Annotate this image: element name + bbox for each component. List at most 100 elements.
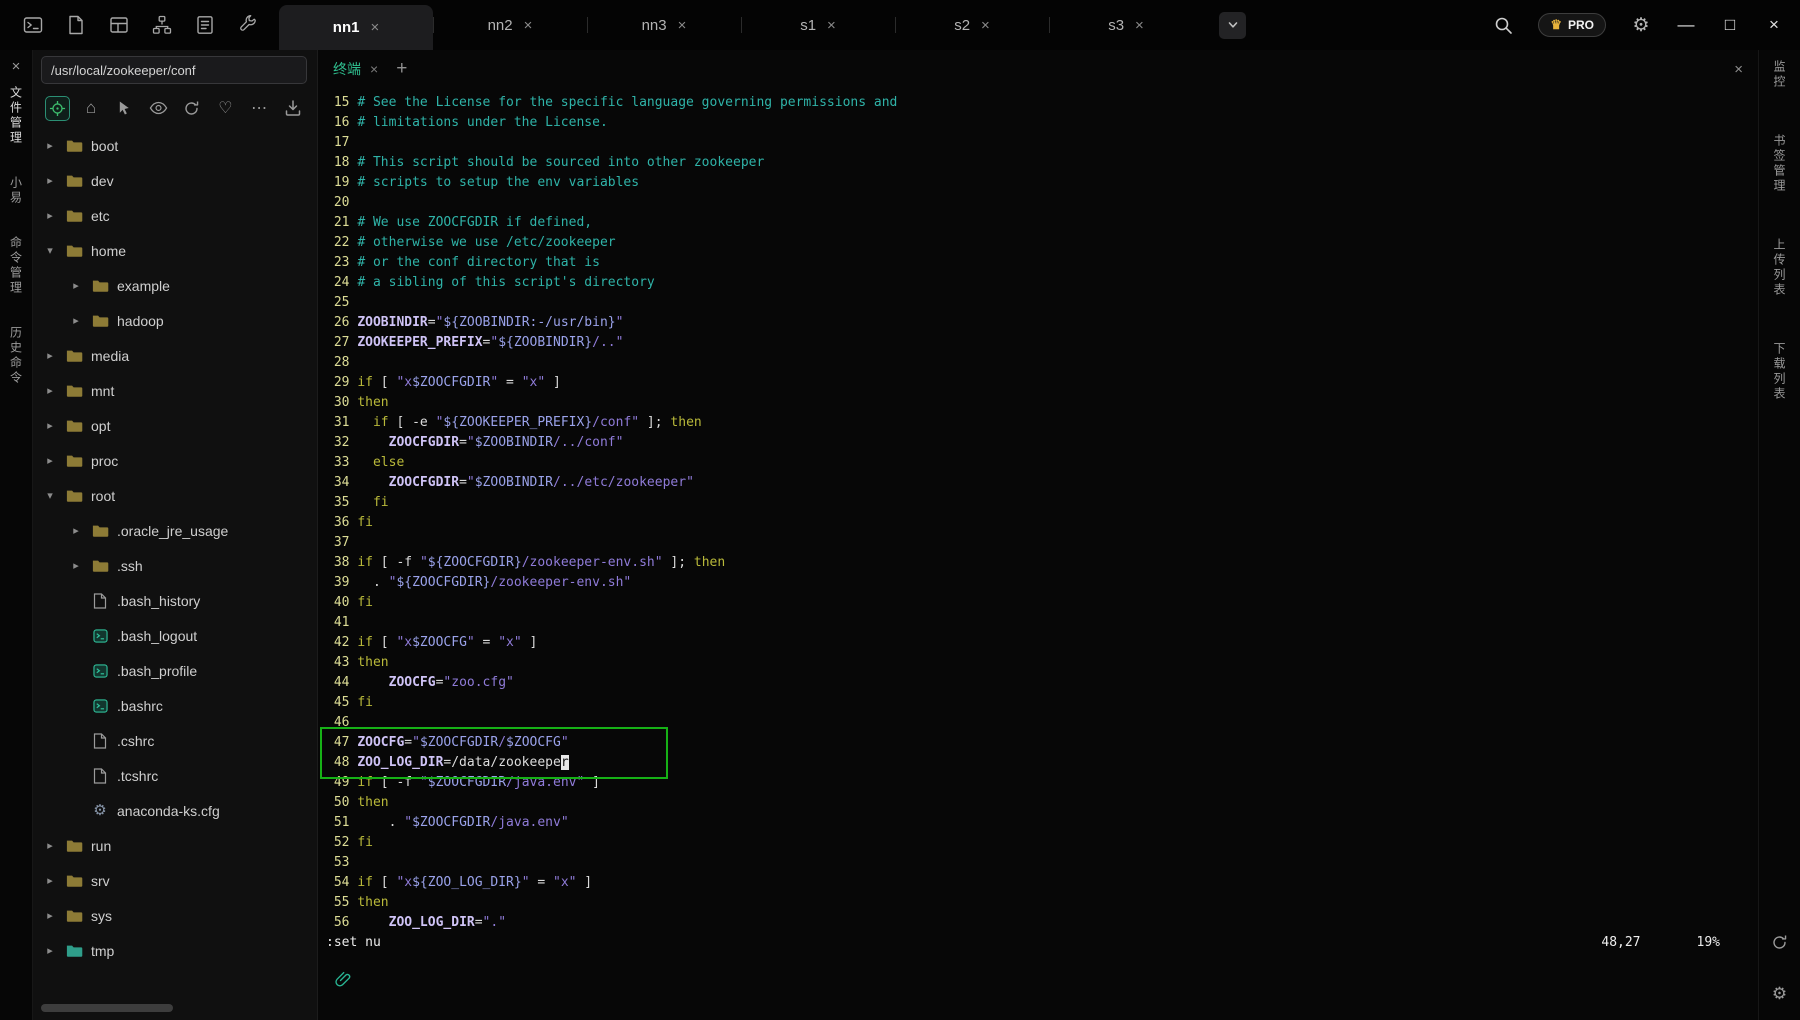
tree-item-.bashrc[interactable]: .bashrc [33, 688, 317, 723]
tab-close-icon[interactable]: × [524, 17, 533, 34]
right-rail-item-bookmark-manager[interactable]: 书签管理 [1771, 134, 1788, 194]
chevron-right-icon[interactable]: ▸ [43, 384, 57, 397]
new-terminal-icon[interactable]: + [396, 58, 407, 80]
tab-close-icon[interactable]: × [370, 19, 379, 36]
chevron-down-icon[interactable]: ▾ [43, 244, 57, 257]
tree-item-boot[interactable]: ▸boot [33, 128, 317, 163]
left-rail-items: 文件管理小易命令管理历史命令 [8, 86, 25, 416]
tree-item-media[interactable]: ▸media [33, 338, 317, 373]
session-tab-s1[interactable]: s1× [741, 0, 895, 50]
locate-icon[interactable] [45, 96, 70, 121]
pro-badge[interactable]: ♛PRO [1538, 13, 1606, 37]
tab-close-icon[interactable]: × [981, 17, 990, 34]
tree-item-.oracle_jre_usage[interactable]: ▸.oracle_jre_usage [33, 513, 317, 548]
horizontal-scrollbar[interactable] [41, 1004, 309, 1012]
path-input[interactable]: /usr/local/zookeeper/conf [41, 56, 307, 84]
right-rail-item-upload-list[interactable]: 上传列表 [1771, 238, 1788, 298]
chevron-right-icon[interactable]: ▸ [69, 314, 83, 327]
terminal-tab[interactable]: 终端 × [333, 59, 378, 79]
terminal-window-icon[interactable] [22, 14, 44, 36]
file-list-icon[interactable] [194, 14, 216, 36]
new-file-icon[interactable] [65, 14, 87, 36]
terminal-screen[interactable]: 15 # See the License for the specific la… [318, 88, 1758, 1020]
home-icon[interactable]: ⌂ [79, 96, 104, 121]
terminal-tab-close-icon[interactable]: × [370, 61, 378, 77]
tree-item-dev[interactable]: ▸dev [33, 163, 317, 198]
left-rail-item-history-commands[interactable]: 历史命令 [8, 326, 25, 386]
session-tab-nn2[interactable]: nn2× [433, 0, 587, 50]
tree-item-proc[interactable]: ▸proc [33, 443, 317, 478]
left-rail-item-ai-assistant[interactable]: 小易 [8, 176, 25, 206]
transfer-icon[interactable] [280, 96, 305, 121]
chevron-right-icon[interactable]: ▸ [43, 454, 57, 467]
chevron-down-icon[interactable]: ▾ [43, 489, 57, 502]
chevron-right-icon[interactable]: ▸ [43, 174, 57, 187]
chevron-right-icon[interactable]: ▸ [43, 349, 57, 362]
tree-item-anaconda-ks.cfg[interactable]: ⚙anaconda-ks.cfg [33, 793, 317, 828]
session-tab-s3[interactable]: s3× [1049, 0, 1203, 50]
tree-item-.bash_profile[interactable]: .bash_profile [33, 653, 317, 688]
left-rail-item-file-manager[interactable]: 文件管理 [8, 86, 25, 146]
tree-item-.bash_logout[interactable]: .bash_logout [33, 618, 317, 653]
right-rail-item-monitor[interactable]: 监控 [1771, 60, 1788, 90]
tree-item-hadoop[interactable]: ▸hadoop [33, 303, 317, 338]
tab-dropdown-button[interactable] [1219, 12, 1246, 39]
right-rail-item-download-list[interactable]: 下载列表 [1771, 342, 1788, 402]
folder-icon [65, 873, 83, 888]
panel-close-icon[interactable]: × [12, 58, 21, 82]
tree-item-run[interactable]: ▸run [33, 828, 317, 863]
chevron-right-icon[interactable]: ▸ [43, 839, 57, 852]
chevron-right-icon[interactable]: ▸ [69, 559, 83, 572]
layout-grid-icon[interactable] [108, 14, 130, 36]
session-tab-nn3[interactable]: nn3× [587, 0, 741, 50]
favorite-heart-icon[interactable]: ♡ [213, 96, 238, 121]
chevron-right-icon[interactable]: ▸ [43, 874, 57, 887]
refresh-icon[interactable] [180, 96, 205, 121]
code-line-54: 54 if [ "x${ZOO_LOG_DIR}" = "x" ] [326, 873, 1758, 893]
tree-item-sys[interactable]: ▸sys [33, 898, 317, 933]
more-icon[interactable]: ⋯ [247, 96, 272, 121]
minimize-button[interactable]: — [1676, 15, 1696, 35]
chevron-right-icon[interactable]: ▸ [69, 524, 83, 537]
close-button[interactable]: × [1764, 15, 1784, 35]
tree-item-label: .bashrc [117, 698, 163, 714]
settings-gear-icon-right[interactable]: ⚙ [1772, 984, 1787, 1004]
tree-item-.ssh[interactable]: ▸.ssh [33, 548, 317, 583]
session-tab-s2[interactable]: s2× [895, 0, 1049, 50]
terminal-panel-close-icon[interactable]: × [1734, 61, 1743, 78]
search-icon[interactable] [1492, 14, 1514, 36]
right-rail-bottom: ⚙ [1771, 934, 1788, 1004]
attachment-icon[interactable] [334, 976, 352, 991]
tree-item-.cshrc[interactable]: .cshrc [33, 723, 317, 758]
tree-item-home[interactable]: ▾home [33, 233, 317, 268]
maximize-button[interactable]: □ [1720, 15, 1740, 35]
tree-item-.bash_history[interactable]: .bash_history [33, 583, 317, 618]
left-rail-item-command-manager[interactable]: 命令管理 [8, 236, 25, 296]
sync-refresh-icon[interactable] [1771, 934, 1788, 956]
pointer-icon[interactable] [112, 96, 137, 121]
session-tab-nn1[interactable]: nn1× [279, 5, 433, 50]
tree-item-opt[interactable]: ▸opt [33, 408, 317, 443]
settings-gear-icon[interactable]: ⚙ [1630, 14, 1652, 36]
chevron-right-icon[interactable]: ▸ [43, 139, 57, 152]
tree-item-tmp[interactable]: ▸tmp [33, 933, 317, 968]
topology-icon[interactable] [151, 14, 173, 36]
folder-icon [65, 383, 83, 398]
tree-item-root[interactable]: ▾root [33, 478, 317, 513]
wrench-icon[interactable] [237, 14, 259, 36]
chevron-right-icon[interactable]: ▸ [43, 909, 57, 922]
eye-icon[interactable] [146, 96, 171, 121]
tree-item-etc[interactable]: ▸etc [33, 198, 317, 233]
tree-item-.tcshrc[interactable]: .tcshrc [33, 758, 317, 793]
chevron-right-icon[interactable]: ▸ [69, 279, 83, 292]
chevron-right-icon[interactable]: ▸ [43, 419, 57, 432]
tab-close-icon[interactable]: × [678, 17, 687, 34]
tree-item-example[interactable]: ▸example [33, 268, 317, 303]
scrollbar-thumb[interactable] [41, 1004, 173, 1012]
chevron-right-icon[interactable]: ▸ [43, 944, 57, 957]
chevron-right-icon[interactable]: ▸ [43, 209, 57, 222]
tree-item-srv[interactable]: ▸srv [33, 863, 317, 898]
tab-close-icon[interactable]: × [827, 17, 836, 34]
tab-close-icon[interactable]: × [1135, 17, 1144, 34]
tree-item-mnt[interactable]: ▸mnt [33, 373, 317, 408]
